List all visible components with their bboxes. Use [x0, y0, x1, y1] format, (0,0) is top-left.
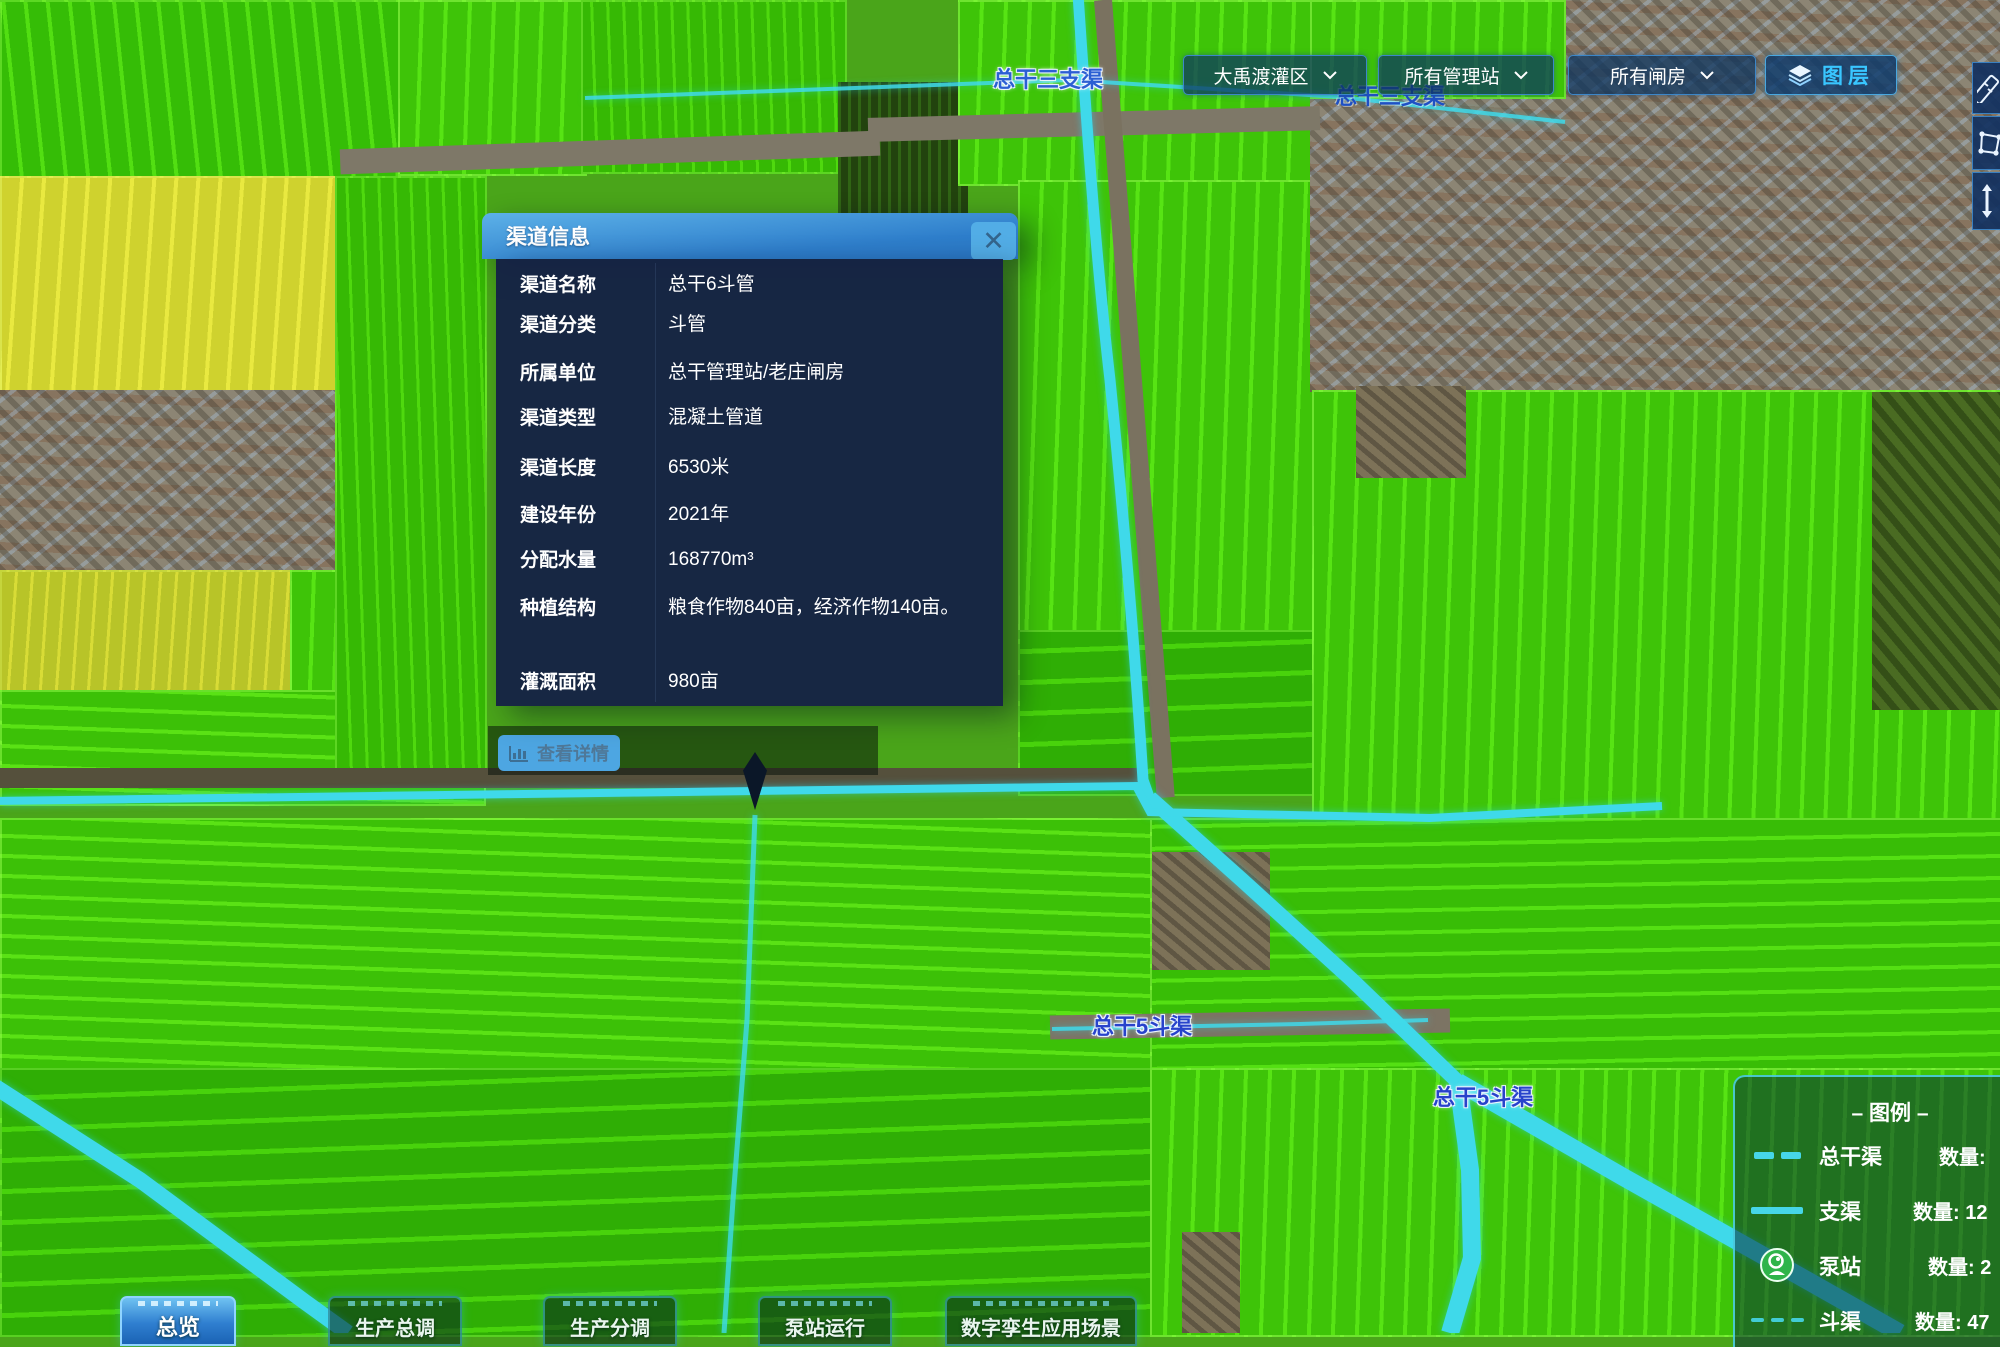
legend-row: 泵站 数量: 2 — [1735, 1247, 2000, 1283]
tab-label: 泵站运行 — [785, 1312, 865, 1341]
station-dropdown-value: 所有管理站 — [1404, 62, 1499, 89]
info-row-label: 渠道类型 — [520, 403, 596, 430]
canal-dou6-down — [724, 815, 755, 1333]
gate-dropdown-value: 所有闸房 — [1610, 62, 1686, 89]
legend-count: 数量: 2 — [1928, 1251, 1991, 1280]
tab-notch-decoration — [138, 1301, 219, 1306]
layers-button-label: 图层 — [1822, 60, 1874, 90]
canal-main-vertical — [1078, 0, 1150, 800]
tab-notch-decoration — [563, 1301, 657, 1306]
tab-digital-twin-scenarios[interactable]: 数字孪生应用场景 — [945, 1296, 1137, 1346]
pump-station-icon — [1747, 1247, 1807, 1283]
tab-notch-decoration — [778, 1301, 872, 1306]
info-row-value: 粮食作物840亩，经济作物140亩。 — [668, 593, 986, 622]
tab-production-subdispatch[interactable]: 生产分调 — [543, 1296, 677, 1346]
legend-count: 数量: 47 — [1915, 1306, 1989, 1335]
canal-branch-down — [1450, 1082, 1472, 1333]
info-panel-title: 渠道信息 — [506, 221, 590, 251]
info-row-value: 总干管理站/老庄闸房 — [668, 358, 986, 387]
legend-label: 支渠 — [1819, 1196, 1861, 1226]
info-row-label: 灌溉面积 — [520, 667, 596, 694]
info-row-label: 种植结构 — [520, 593, 596, 620]
measure-area-button[interactable] — [1972, 116, 2000, 170]
tab-pump-operation[interactable]: 泵站运行 — [758, 1296, 892, 1346]
info-row-label: 渠道名称 — [520, 270, 596, 297]
view-details-label: 查看详情 — [537, 740, 609, 766]
tab-label: 总览 — [156, 1310, 200, 1342]
main-canal-dashed-line-icon — [1747, 1137, 1807, 1173]
legend-panel: – 图例 – 总干渠 数量: 支渠 数量: 12 泵站 数量: 2 斗渠 数量:… — [1733, 1075, 2000, 1347]
region-dropdown[interactable]: 大禹渡灌区 — [1183, 55, 1367, 95]
canal-horizontal — [0, 786, 1662, 818]
legend-title: – 图例 – — [1735, 1097, 2000, 1127]
vertical-measure-icon — [1977, 184, 2000, 218]
info-panel-footer-bar: 查看详情 — [488, 726, 878, 775]
polygon-measure-icon — [1977, 128, 2000, 158]
view-details-button[interactable]: 查看详情 — [498, 735, 620, 771]
tab-notch-decoration — [348, 1301, 442, 1306]
legend-row: 支渠 数量: 12 — [1735, 1192, 2000, 1228]
tab-label: 数字孪生应用场景 — [961, 1312, 1121, 1341]
canal-map-label: 总干三支渠 — [993, 62, 1103, 94]
ruler-icon — [1977, 73, 2000, 103]
bar-chart-icon — [509, 745, 529, 762]
layers-button[interactable]: 图层 — [1765, 55, 1897, 95]
region-dropdown-value: 大禹渡灌区 — [1213, 62, 1308, 89]
info-row-value: 斗管 — [668, 310, 986, 339]
tab-label: 生产分调 — [570, 1312, 650, 1341]
station-dropdown[interactable]: 所有管理站 — [1378, 55, 1554, 95]
legend-row: 总干渠 数量: — [1735, 1137, 2000, 1173]
chevron-down-icon — [1514, 71, 1528, 80]
tab-overview[interactable]: 总览 — [120, 1296, 236, 1346]
canal-map-label: 总干5斗渠 — [1433, 1080, 1533, 1112]
info-panel-body: 渠道名称 总干6斗管 渠道分类 斗管 所属单位 总干管理站/老庄闸房 渠道类型 混凝土管… — [496, 259, 1003, 706]
chevron-down-icon — [1700, 71, 1714, 80]
info-row-value: 2021年 — [668, 500, 986, 529]
info-row-label: 渠道分类 — [520, 310, 596, 337]
canal-map-label: 总干5斗渠 — [1092, 1009, 1192, 1041]
info-row-label: 分配水量 — [520, 545, 596, 572]
tab-production-dispatch[interactable]: 生产总调 — [328, 1296, 462, 1346]
legend-count: 数量: 12 — [1913, 1196, 1987, 1225]
canal-main-diagonal — [1150, 798, 1458, 1082]
panel-column-divider — [655, 263, 656, 702]
tab-label: 生产总调 — [355, 1312, 435, 1341]
info-row-label: 渠道长度 — [520, 453, 596, 480]
chevron-down-icon — [1323, 71, 1337, 80]
measure-height-button[interactable] — [1972, 172, 2000, 230]
legend-label: 总干渠 — [1819, 1141, 1882, 1171]
info-row-label: 建设年份 — [520, 500, 596, 527]
measure-distance-button[interactable] — [1972, 62, 2000, 114]
info-row-label: 所属单位 — [520, 358, 596, 385]
info-row-value: 168770m³ — [668, 545, 986, 574]
legend-count: 数量: — [1939, 1141, 1986, 1170]
info-row-value: 混凝土管道 — [668, 403, 986, 432]
info-row-value: 6530米 — [668, 453, 986, 482]
legend-label: 泵站 — [1819, 1251, 1861, 1281]
legend-label: 斗渠 — [1819, 1306, 1861, 1336]
layers-icon — [1788, 64, 1812, 86]
info-row-value: 总干6斗管 — [668, 270, 986, 299]
tab-notch-decoration — [973, 1301, 1108, 1306]
branch-canal-solid-line-icon — [1747, 1192, 1807, 1228]
info-row-value: 980亩 — [668, 667, 986, 696]
close-icon[interactable]: ✕ — [971, 222, 1016, 260]
gate-dropdown[interactable]: 所有闸房 — [1568, 55, 1756, 95]
info-panel-header: 渠道信息 ✕ — [482, 213, 1018, 259]
